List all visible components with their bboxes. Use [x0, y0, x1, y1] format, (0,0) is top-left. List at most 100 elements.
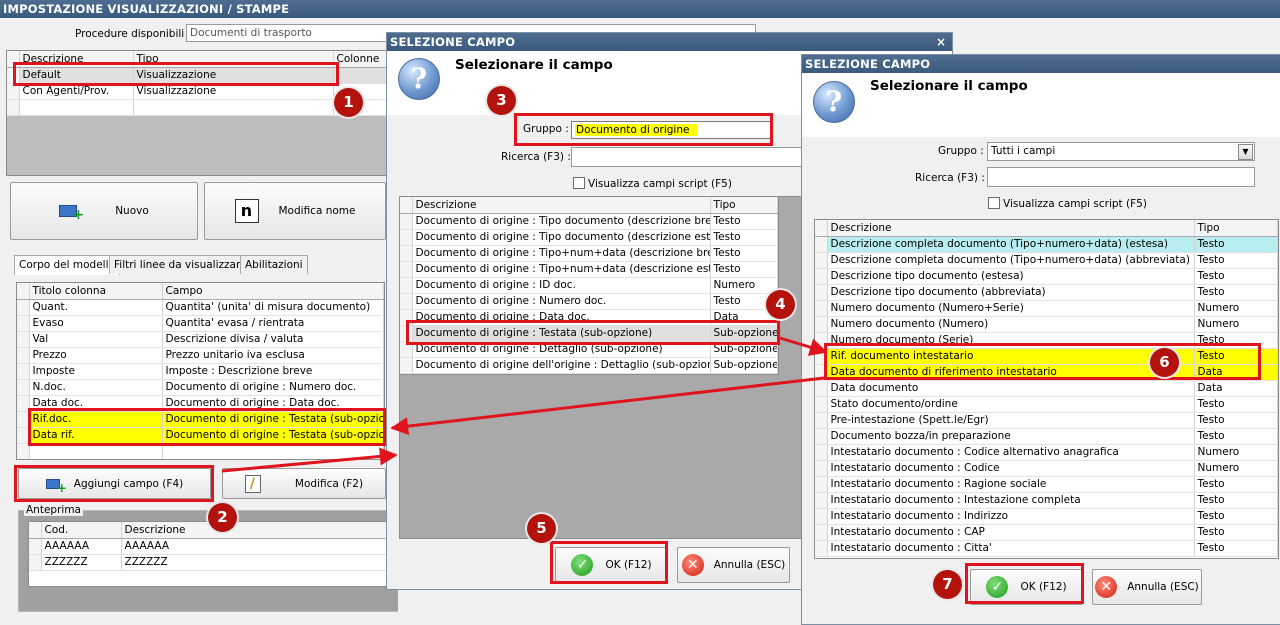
field-row[interactable]: Descrizione tipo documento (estesa) Testo: [815, 268, 1278, 285]
field-row[interactable]: Intestatario documento : Indirizzo Testo: [815, 508, 1278, 525]
dialog2-gruppo-select[interactable]: Tutti i campi ▼: [987, 142, 1255, 161]
cell-description: Intestatario documento : Ragione sociale: [827, 476, 1195, 493]
column-row[interactable]: Rif.doc. Documento di origine : Testata (…: [17, 411, 384, 428]
column-row[interactable]: Data doc. Documento di origine : Data doc…: [17, 395, 384, 412]
field-row[interactable]: Documento di origine : Tipo+num+data (de…: [400, 245, 778, 262]
column-row[interactable]: Data rif. Documento di origine : Testata …: [17, 427, 384, 444]
cell-type: Imposte : Descrizione breve: [162, 363, 384, 380]
cell-type: Testo: [1194, 236, 1278, 253]
dialog2-script-checkbox[interactable]: Visualizza campi script (F5): [988, 197, 1147, 210]
d2-header-tipo[interactable]: Tipo: [1194, 220, 1278, 237]
field-row[interactable]: Intestatario documento : Codice Numero: [815, 460, 1278, 477]
cell-description: Val: [29, 331, 163, 348]
cell-type: Testo: [1194, 396, 1278, 413]
dialog1-script-checkbox[interactable]: Visualizza campi script (F5): [573, 177, 732, 190]
aggiungi-campo-button[interactable]: + Aggiungi campo (F4): [18, 468, 211, 499]
dialog1-ok-button[interactable]: ✓ OK (F12): [555, 547, 668, 583]
preview-row[interactable]: AAAAAA AAAAAA: [29, 538, 397, 555]
cell-description: Documento bozza/in preparazione: [827, 428, 1195, 445]
tab-abilitazioni[interactable]: Abilitazioni: [240, 255, 308, 274]
field-row[interactable]: Descrizione tipo documento (abbreviata) T…: [815, 284, 1278, 301]
views-row-agenti[interactable]: Con Agenti/Prov. Visualizzazione: [7, 83, 390, 100]
cell-description: Documento di origine : ID doc.: [412, 277, 711, 294]
dialog1-cancel-button[interactable]: ✕ Annulla (ESC): [677, 547, 790, 583]
tab-filtri[interactable]: Filtri linee da visualizzare: [109, 255, 252, 274]
dialog2-ok-button[interactable]: ✓ OK (F12): [970, 569, 1083, 605]
cell-description: Documento di origine : Numero doc.: [412, 293, 711, 310]
column-row[interactable]: Prezzo Prezzo unitario iva esclusa: [17, 347, 384, 364]
cell-description: Intestatario documento : Indirizzo: [827, 508, 1195, 525]
tab-corpo[interactable]: Corpo del modello: [14, 255, 120, 275]
field-row[interactable]: Intestatario documento : Ragione sociale…: [815, 476, 1278, 493]
columns-header-campo[interactable]: Campo: [162, 283, 384, 300]
views-header-descrizione[interactable]: Descrizione: [19, 51, 134, 68]
field-row[interactable]: Documento di origine : Tipo documento (d…: [400, 229, 778, 246]
cell-type: Numero: [1194, 460, 1278, 477]
field-row[interactable]: Stato documento/ordine Testo: [815, 396, 1278, 413]
field-row[interactable]: Intestatario documento : Intestazione co…: [815, 492, 1278, 509]
field-row[interactable]: Intestatario documento : Citta' Testo: [815, 540, 1278, 557]
field-row[interactable]: Intestatario documento : CAP Testo: [815, 524, 1278, 541]
preview-header-cod[interactable]: Cod.: [41, 522, 122, 539]
preview-row[interactable]: ZZZZZZ ZZZZZZ: [29, 554, 397, 571]
field-row[interactable]: Documento di origine dell'origine : Dett…: [400, 357, 778, 374]
views-row-default[interactable]: Default Visualizzazione: [7, 67, 390, 84]
field-row[interactable]: Numero documento (Numero) Numero: [815, 316, 1278, 333]
chevron-down-icon[interactable]: ▼: [1238, 144, 1253, 160]
field-row[interactable]: Rif. documento intestatario Testo: [815, 348, 1278, 365]
field-row[interactable]: Descrizione completa documento (Tipo+num…: [815, 252, 1278, 269]
cell-description: Documento di origine : Data doc.: [412, 309, 711, 326]
d1-header-descrizione[interactable]: Descrizione: [412, 197, 711, 214]
columns-header-titolo[interactable]: Titolo colonna: [29, 283, 163, 300]
field-row[interactable]: Documento di origine : ID doc. Numero: [400, 277, 778, 294]
cell-description: Prezzo: [29, 347, 163, 364]
cell-description: Descrizione tipo documento (estesa): [827, 268, 1195, 285]
field-row[interactable]: Documento bozza/in preparazione Testo: [815, 428, 1278, 445]
column-row[interactable]: N.doc. Documento di origine : Numero doc.: [17, 379, 384, 396]
field-row[interactable]: Data documento Data: [815, 380, 1278, 397]
dialog2-heading: Selezionare il campo: [870, 78, 1028, 94]
views-header-tipo[interactable]: Tipo: [133, 51, 334, 68]
field-row[interactable]: Intestatario documento : Codice alternat…: [815, 444, 1278, 461]
dialog1-ricerca-input[interactable]: [571, 147, 811, 167]
cell-description: Documento di origine : Tipo+num+data (de…: [412, 261, 711, 278]
field-row[interactable]: Documento di origine : Dettaglio (sub-op…: [400, 341, 778, 358]
views-header-colonne[interactable]: Colonne: [333, 51, 390, 68]
cell-description: Intestatario documento : Codice: [827, 460, 1195, 477]
modifica-button[interactable]: / Modifica (F2): [222, 468, 386, 499]
column-row[interactable]: Imposte Imposte : Descrizione breve: [17, 363, 384, 380]
column-row[interactable]: Quant. Quantita' (unita' di misura docume…: [17, 299, 384, 316]
dialog2-ricerca-label: Ricerca (F3) :: [915, 172, 985, 184]
field-row[interactable]: Documento di origine : Tipo+num+data (de…: [400, 261, 778, 278]
column-row[interactable]: Evaso Quantita' evasa / rientrata: [17, 315, 384, 332]
d2-header-descrizione[interactable]: Descrizione: [827, 220, 1195, 237]
step-badge-4: 4: [766, 290, 795, 319]
procedure-label: Procedure disponibili :: [75, 28, 192, 40]
dialog2-cancel-button[interactable]: ✕ Annulla (ESC): [1092, 569, 1202, 605]
step-badge-1: 1: [334, 88, 363, 117]
field-row[interactable]: Documento di origine : Testata (sub-opzi…: [400, 325, 778, 342]
cell-type: Testo: [1194, 508, 1278, 525]
cell-type: Data: [1194, 364, 1278, 381]
field-row[interactable]: Numero documento (Numero+Serie) Numero: [815, 300, 1278, 317]
cell-description: Intestatario documento : Citta': [827, 540, 1195, 557]
modifica-nome-button[interactable]: n Modifica nome: [204, 182, 386, 240]
field-row[interactable]: Pre-intestazione (Spett.le/Egr) Testo: [815, 412, 1278, 429]
field-row[interactable]: Documento di origine : Tipo documento (d…: [400, 213, 778, 230]
cell-description: Intestatario documento : Codice alternat…: [827, 444, 1195, 461]
column-row[interactable]: Val Descrizione divisa / valuta: [17, 331, 384, 348]
dialog1-gruppo-select[interactable]: Documento di origine: [571, 121, 771, 139]
field-row[interactable]: Numero documento (Serie) Testo: [815, 332, 1278, 349]
check-icon: ✓: [986, 576, 1009, 598]
nuovo-button[interactable]: + Nuovo: [10, 182, 198, 240]
dialog2-ricerca-input[interactable]: [987, 167, 1255, 187]
field-row[interactable]: Documento di origine : Numero doc. Testo: [400, 293, 778, 310]
close-icon[interactable]: ×: [936, 33, 946, 51]
field-row[interactable]: Descrizione completa documento (Tipo+num…: [815, 236, 1278, 253]
dialog2-fields-grid: Descrizione Tipo Descrizione completa doc…: [814, 219, 1279, 559]
preview-header-descrizione[interactable]: Descrizione: [121, 522, 397, 539]
field-row[interactable]: Data documento di riferimento intestatar…: [815, 364, 1278, 381]
field-row[interactable]: Documento di origine : Data doc. Data: [400, 309, 778, 326]
cell-description: Descrizione completa documento (Tipo+num…: [827, 252, 1195, 269]
d1-header-tipo[interactable]: Tipo: [710, 197, 778, 214]
